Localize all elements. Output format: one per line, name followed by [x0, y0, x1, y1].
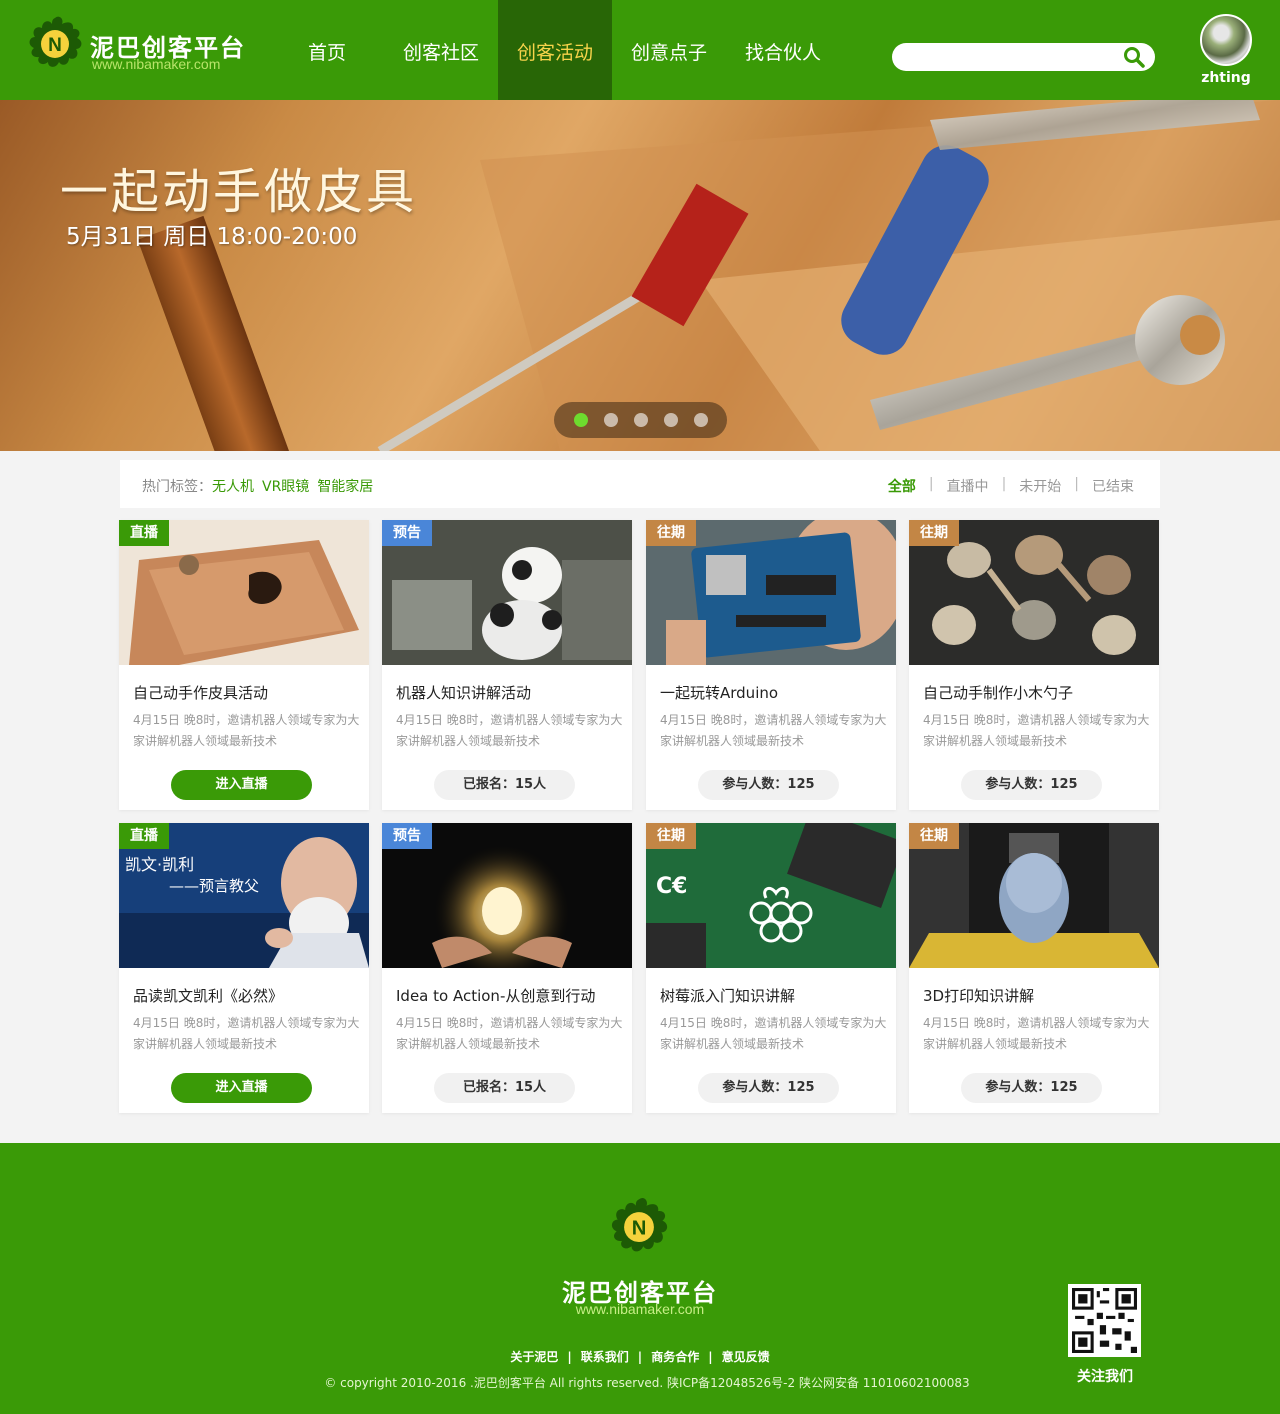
- activity-card[interactable]: C€ 往期 树莓派入门知识讲解 4月15日 晚8时，邀请机器人领域专家为大家讲解…: [646, 823, 896, 1113]
- site-logo[interactable]: N 泥巴创客平台 www.nibamaker.com: [24, 12, 254, 82]
- tag-vr[interactable]: VR眼镜: [262, 479, 309, 495]
- divider: |: [708, 1350, 713, 1364]
- svg-text:N: N: [632, 1218, 647, 1240]
- card-description: 4月15日 晚8时，邀请机器人领域专家为大家讲解机器人领域最新技术: [923, 1016, 1150, 1051]
- participant-count-button[interactable]: 参与人数：125: [961, 770, 1102, 800]
- card-title[interactable]: 树莓派入门知识讲解: [660, 985, 795, 1006]
- enter-live-button[interactable]: 进入直播: [171, 1073, 312, 1103]
- nav-home[interactable]: 首页: [270, 0, 384, 100]
- status-badge: 直播: [119, 823, 169, 849]
- logo-splat-icon: N: [611, 1197, 668, 1252]
- card-description: 4月15日 晚8时，邀请机器人领域专家为大家讲解机器人领域最新技术: [660, 1016, 887, 1051]
- nav-community[interactable]: 创客社区: [384, 0, 498, 100]
- qr-label: 关注我们: [1077, 1369, 1133, 1385]
- search-icon[interactable]: [1123, 46, 1145, 68]
- activity-card[interactable]: 预告 Idea to Action-从创意到行动 4月15日 晚8时，邀请机器人…: [382, 823, 632, 1113]
- svg-text:C€: C€: [656, 874, 687, 899]
- nav-ideas[interactable]: 创意点子: [612, 0, 726, 100]
- carousel-dot[interactable]: [693, 413, 708, 427]
- filter-bar: 热门标签：无人机 VR眼镜 智能家居 全部 | 直播中 | 未开始 | 已结束: [120, 460, 1160, 508]
- main-nav: 首页 创客社区 创客活动 创意点子 找合伙人: [270, 0, 840, 100]
- signup-count-button[interactable]: 已报名：15人: [434, 1073, 575, 1103]
- footer-logo-url: www.nibamaker.com: [575, 1301, 705, 1317]
- carousel-dot[interactable]: [573, 413, 588, 427]
- tag-smart-home[interactable]: 智能家居: [317, 479, 373, 495]
- participant-count-button[interactable]: 参与人数：125: [698, 770, 839, 800]
- svg-text:N: N: [48, 35, 62, 56]
- carousel-dots: [554, 402, 727, 438]
- card-title[interactable]: 自己动手作皮具活动: [133, 682, 268, 703]
- site-footer: N 泥巴创客平台 www.nibamaker.com 关于泥巴 | 联系我们 | 商务合…: [0, 1143, 1280, 1414]
- card-description: 4月15日 晚8时，邀请机器人领域专家为大家讲解机器人领域最新技术: [133, 713, 360, 748]
- tag-drone[interactable]: 无人机: [212, 479, 254, 495]
- participant-count-button[interactable]: 参与人数：125: [698, 1073, 839, 1103]
- card-description: 4月15日 晚8时，邀请机器人领域专家为大家讲解机器人领域最新技术: [923, 713, 1150, 748]
- activity-card[interactable]: 凯文·凯利 ——预言教父 直播 品读凯文凯利《必然》 4月15日 晚8时，邀请机…: [119, 823, 369, 1113]
- divider: |: [1074, 476, 1079, 492]
- thumb-caption-title: ——预言教父: [169, 877, 259, 895]
- activity-card[interactable]: 往期 一起玩转Arduino 4月15日 晚8时，邀请机器人领域专家为大家讲解机…: [646, 520, 896, 810]
- status-badge: 往期: [909, 520, 959, 546]
- card-description: 4月15日 晚8时，邀请机器人领域专家为大家讲解机器人领域最新技术: [660, 713, 887, 748]
- card-title[interactable]: 品读凯文凯利《必然》: [133, 985, 283, 1006]
- enter-live-button[interactable]: 进入直播: [171, 770, 312, 800]
- activity-card[interactable]: 往期 3D打印知识讲解 4月15日 晚8时，邀请机器人领域专家为大家讲解机器人领…: [909, 823, 1159, 1113]
- banner-date: 5月31日 周日 18:00-20:00: [66, 224, 358, 250]
- tab-ended[interactable]: 已结束: [1092, 476, 1134, 496]
- card-title[interactable]: 机器人知识讲解活动: [396, 682, 531, 703]
- user-avatar[interactable]: [1200, 14, 1252, 66]
- signup-count-button[interactable]: 已报名：15人: [434, 770, 575, 800]
- footer-link-contact[interactable]: 联系我们: [581, 1350, 629, 1364]
- card-description: 4月15日 晚8时，邀请机器人领域专家为大家讲解机器人领域最新技术: [396, 713, 623, 748]
- card-title[interactable]: 一起玩转Arduino: [660, 682, 778, 703]
- footer-link-about[interactable]: 关于泥巴: [510, 1350, 558, 1364]
- activity-card[interactable]: 直播 自己动手作皮具活动 4月15日 晚8时，邀请机器人领域专家为大家讲解机器人…: [119, 520, 369, 810]
- status-badge: 直播: [119, 520, 169, 546]
- banner-title: 一起动手做皮具: [60, 164, 418, 220]
- status-tabs: 全部 | 直播中 | 未开始 | 已结束: [888, 476, 1134, 496]
- hero-banner[interactable]: 一起动手做皮具 5月31日 周日 18:00-20:00: [0, 100, 1280, 451]
- hot-tags: 热门标签：无人机 VR眼镜 智能家居: [142, 476, 381, 496]
- carousel-dot[interactable]: [663, 413, 678, 427]
- tab-live[interactable]: 直播中: [947, 476, 989, 496]
- nav-partners[interactable]: 找合伙人: [726, 0, 840, 100]
- tab-upcoming[interactable]: 未开始: [1019, 476, 1061, 496]
- search-input[interactable]: [904, 47, 1114, 67]
- logo-url: www.nibamaker.com: [92, 56, 221, 72]
- top-header: N 泥巴创客平台 www.nibamaker.com 首页 创客社区 创客活动 …: [0, 0, 1280, 100]
- status-badge: 往期: [646, 520, 696, 546]
- card-title[interactable]: 自己动手制作小木勺子: [923, 682, 1073, 703]
- logo-splat-icon: N: [29, 16, 82, 67]
- thumb-caption-name: 凯文·凯利: [125, 855, 194, 874]
- card-description: 4月15日 晚8时，邀请机器人领域专家为大家讲解机器人领域最新技术: [133, 1016, 360, 1051]
- carousel-dot[interactable]: [633, 413, 648, 427]
- tab-all[interactable]: 全部: [888, 476, 916, 496]
- status-badge: 预告: [382, 520, 432, 546]
- card-title[interactable]: 3D打印知识讲解: [923, 985, 1034, 1006]
- status-badge: 预告: [382, 823, 432, 849]
- search-box: [892, 43, 1155, 71]
- divider: |: [567, 1350, 572, 1364]
- status-badge: 往期: [909, 823, 959, 849]
- card-title[interactable]: Idea to Action-从创意到行动: [396, 985, 595, 1006]
- card-description: 4月15日 晚8时，邀请机器人领域专家为大家讲解机器人领域最新技术: [396, 1016, 623, 1051]
- activity-card[interactable]: 往期 自己动手制作小木勺子 4月15日 晚8时，邀请机器人领域专家为大家讲解机器…: [909, 520, 1159, 810]
- participant-count-button[interactable]: 参与人数：125: [961, 1073, 1102, 1103]
- divider: |: [1001, 476, 1007, 492]
- footer-link-feedback[interactable]: 意见反馈: [722, 1350, 770, 1364]
- carousel-dot[interactable]: [603, 413, 618, 427]
- footer-link-business[interactable]: 商务合作: [651, 1350, 699, 1364]
- divider: |: [928, 476, 934, 492]
- qr-code-icon: [1068, 1284, 1141, 1357]
- activity-card[interactable]: 预告 机器人知识讲解活动 4月15日 晚8时，邀请机器人领域专家为大家讲解机器人…: [382, 520, 632, 810]
- username[interactable]: zhting: [1196, 70, 1256, 86]
- divider: |: [637, 1350, 643, 1364]
- hot-tags-label: 热门标签：: [142, 479, 212, 495]
- status-badge: 往期: [646, 823, 696, 849]
- nav-activities[interactable]: 创客活动: [498, 0, 612, 100]
